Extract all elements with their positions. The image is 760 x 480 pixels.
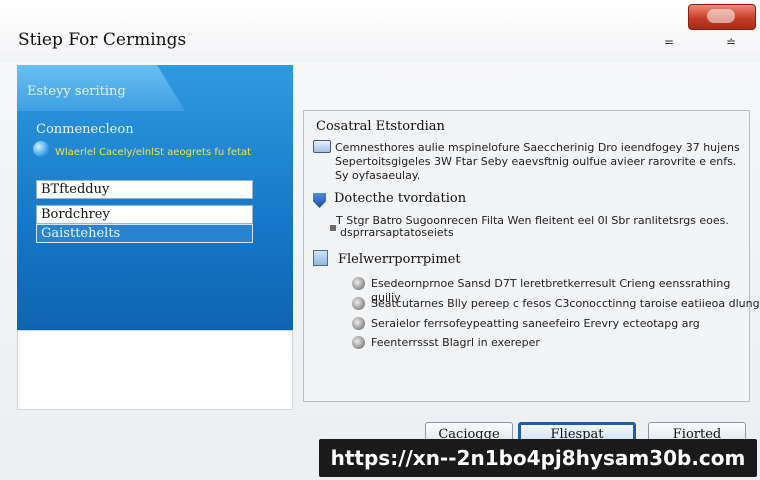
section2-line-2: dsprrarsaptatoseiets: [340, 226, 454, 239]
bullet-icon: [352, 277, 365, 290]
connection-label: Conmenecleon: [36, 122, 134, 137]
url-banner: https://xn--2n1bo4pj8hysam30b.com: [319, 439, 757, 477]
setting-field-1[interactable]: BTftedduy: [36, 180, 253, 199]
bullet-item-2: Seatcutarnes Blly pereep c fesos C3conoc…: [371, 297, 760, 310]
globe-icon: [33, 141, 49, 157]
section-heading-1: Cosatral Etstordian: [316, 119, 445, 134]
window-title: Stiep For Cermings: [18, 30, 187, 50]
left-tab-label: Esteyy seriting: [27, 84, 126, 99]
bullet-icon: [352, 317, 365, 330]
setting-field-2[interactable]: Bordchrey: [36, 205, 253, 224]
section1-line-2: Sepertoitsgigeles 3W Ftar Seby eaevsftni…: [335, 155, 737, 168]
section-heading-3: Flelwerrporrpimet: [338, 252, 461, 267]
left-blank-area: [17, 330, 293, 410]
small-square-icon: [330, 225, 336, 231]
section1-line-1: Cemnesthores aulie mspinelofure Saeccher…: [335, 141, 740, 154]
mail-icon: [313, 140, 331, 153]
section1-line-3: Sy oyfasaeulay.: [335, 169, 421, 182]
setting-field-3[interactable]: Gaisttehelts: [36, 224, 253, 243]
setup-window: Stiep For Cermings = ≐ Esteyy seriting C…: [0, 0, 760, 480]
close-icon: [707, 9, 735, 23]
title-bar: Stiep For Cermings = ≐: [0, 0, 760, 62]
document-icon: [313, 250, 328, 266]
bullet-icon: [352, 336, 365, 349]
close-button[interactable]: [688, 4, 756, 30]
section-heading-2: Dotecthe tvordation: [334, 191, 467, 206]
bullet-item-3: Seraielor ferrsofeypeatting saneefeiro E…: [371, 317, 700, 330]
restore-icon[interactable]: ≐: [726, 36, 740, 48]
connection-hint: Wlaerlel Cacely/elnlSt aeogrets fu fetat: [55, 147, 252, 158]
bullet-item-4: Feenterrssst Blagrl in exereper: [371, 336, 540, 349]
bullet-icon: [352, 297, 365, 310]
minimize-icon[interactable]: =: [664, 36, 678, 48]
